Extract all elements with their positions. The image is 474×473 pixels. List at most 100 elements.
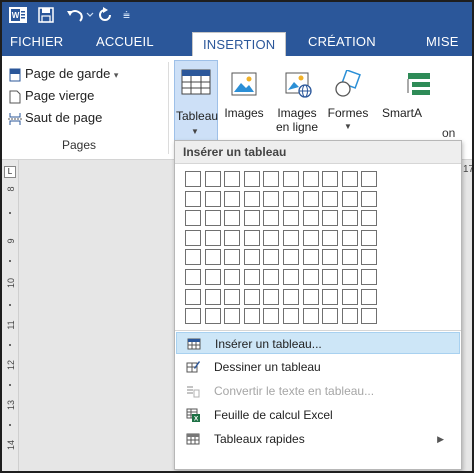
tab-file[interactable]: FICHIER: [10, 28, 63, 56]
blank-page-button[interactable]: Page vierge: [8, 86, 94, 106]
tab-insert[interactable]: INSERTION: [192, 32, 287, 57]
grid-cell[interactable]: [185, 308, 201, 325]
grid-cell[interactable]: [361, 288, 378, 305]
grid-cell[interactable]: [322, 288, 339, 305]
menu-item-insert-table[interactable]: Insérer un tableau...: [176, 332, 460, 354]
grid-cell[interactable]: [322, 190, 339, 207]
grid-cell[interactable]: [204, 190, 221, 207]
grid-cell[interactable]: [204, 210, 221, 227]
grid-cell[interactable]: [204, 171, 221, 187]
grid-cell[interactable]: [263, 308, 280, 325]
menu-item-quick-tables[interactable]: Tableaux rapides ▶: [176, 428, 460, 450]
grid-cell[interactable]: [224, 229, 241, 246]
grid-cell[interactable]: [204, 269, 221, 285]
grid-cell[interactable]: [283, 190, 299, 207]
grid-cell[interactable]: [322, 269, 339, 285]
grid-cell[interactable]: [204, 229, 221, 246]
grid-cell[interactable]: [283, 210, 299, 227]
table-size-grid[interactable]: [185, 171, 435, 331]
grid-cell[interactable]: [224, 288, 241, 305]
grid-cell[interactable]: [263, 269, 280, 285]
grid-cell[interactable]: [185, 249, 201, 266]
menu-item-excel-sheet[interactable]: X Feuille de calcul Excel: [176, 404, 460, 426]
grid-cell[interactable]: [243, 190, 260, 207]
cover-page-button[interactable]: Page de garde ▾: [8, 64, 118, 84]
grid-cell[interactable]: [302, 229, 319, 246]
grid-cell[interactable]: [302, 210, 319, 227]
grid-cell[interactable]: [263, 210, 280, 227]
smartart-button[interactable]: SmartA: [372, 60, 432, 130]
grid-cell[interactable]: [204, 288, 221, 305]
grid-cell[interactable]: [361, 308, 378, 325]
images-button[interactable]: Images: [220, 60, 268, 130]
grid-cell[interactable]: [341, 171, 358, 187]
grid-cell[interactable]: [322, 308, 339, 325]
grid-cell[interactable]: [185, 269, 201, 285]
grid-cell[interactable]: [341, 269, 358, 285]
menu-item-convert-text[interactable]: Convertir le texte en tableau...: [176, 380, 460, 402]
tab-layout[interactable]: MISE: [426, 28, 459, 56]
grid-cell[interactable]: [361, 249, 378, 266]
grid-cell[interactable]: [224, 171, 241, 187]
grid-cell[interactable]: [204, 249, 221, 266]
grid-cell[interactable]: [302, 171, 319, 187]
undo-icon[interactable]: [66, 7, 94, 23]
grid-cell[interactable]: [263, 171, 280, 187]
word-icon[interactable]: W: [9, 7, 27, 23]
tab-selector-icon[interactable]: L: [4, 166, 16, 178]
grid-cell[interactable]: [283, 308, 299, 325]
redo-icon[interactable]: [98, 7, 112, 23]
grid-cell[interactable]: [243, 171, 260, 187]
grid-cell[interactable]: [243, 210, 260, 227]
grid-cell[interactable]: [341, 308, 358, 325]
grid-cell[interactable]: [185, 288, 201, 305]
grid-cell[interactable]: [322, 210, 339, 227]
grid-cell[interactable]: [322, 229, 339, 246]
grid-cell[interactable]: [302, 288, 319, 305]
grid-cell[interactable]: [283, 288, 299, 305]
menu-item-draw-table[interactable]: Dessiner un tableau: [176, 356, 460, 378]
grid-cell[interactable]: [361, 269, 378, 285]
save-icon[interactable]: [38, 7, 54, 23]
grid-cell[interactable]: [243, 269, 260, 285]
grid-cell[interactable]: [302, 249, 319, 266]
grid-cell[interactable]: [341, 229, 358, 246]
grid-cell[interactable]: [283, 249, 299, 266]
grid-cell[interactable]: [302, 190, 319, 207]
online-images-button[interactable]: Images en ligne: [270, 60, 324, 134]
vertical-ruler[interactable]: L 8 9 10 11 12 13 14: [2, 160, 19, 471]
tab-design[interactable]: CRÉATION: [308, 28, 376, 56]
grid-cell[interactable]: [283, 269, 299, 285]
grid-cell[interactable]: [263, 229, 280, 246]
grid-cell[interactable]: [283, 171, 299, 187]
grid-cell[interactable]: [224, 249, 241, 266]
grid-cell[interactable]: [224, 190, 241, 207]
grid-cell[interactable]: [263, 190, 280, 207]
grid-cell[interactable]: [263, 249, 280, 266]
customize-qat-icon[interactable]: ⩧: [123, 7, 133, 23]
grid-cell[interactable]: [341, 249, 358, 266]
grid-cell[interactable]: [361, 210, 378, 227]
grid-cell[interactable]: [283, 229, 299, 246]
grid-cell[interactable]: [185, 190, 201, 207]
grid-cell[interactable]: [185, 171, 201, 187]
grid-cell[interactable]: [224, 210, 241, 227]
grid-cell[interactable]: [263, 288, 280, 305]
grid-cell[interactable]: [322, 249, 339, 266]
grid-cell[interactable]: [185, 210, 201, 227]
tab-home[interactable]: ACCUEIL: [96, 28, 154, 56]
grid-cell[interactable]: [185, 229, 201, 246]
grid-cell[interactable]: [224, 269, 241, 285]
grid-cell[interactable]: [361, 229, 378, 246]
grid-cell[interactable]: [243, 288, 260, 305]
grid-cell[interactable]: [243, 229, 260, 246]
grid-cell[interactable]: [341, 210, 358, 227]
grid-cell[interactable]: [341, 288, 358, 305]
grid-cell[interactable]: [302, 308, 319, 325]
grid-cell[interactable]: [322, 171, 339, 187]
grid-cell[interactable]: [302, 269, 319, 285]
shapes-button[interactable]: Formes ▼: [326, 60, 370, 131]
page-break-button[interactable]: Saut de page: [8, 108, 102, 128]
grid-cell[interactable]: [243, 249, 260, 266]
grid-cell[interactable]: [243, 308, 260, 325]
